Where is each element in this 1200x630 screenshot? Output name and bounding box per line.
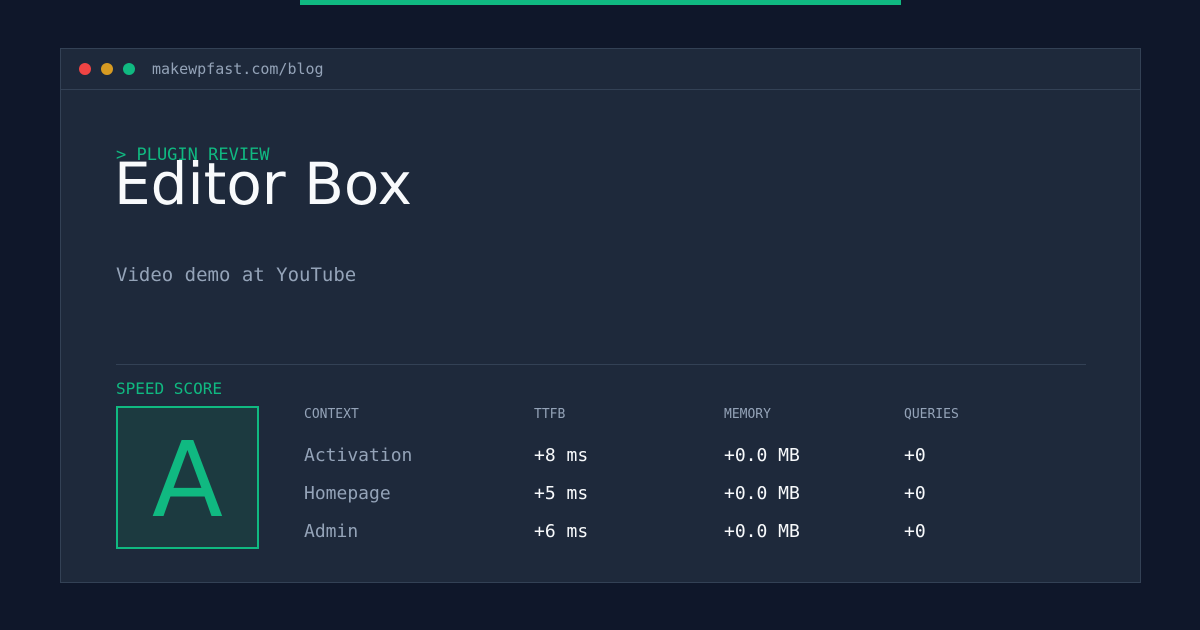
section-divider (116, 364, 1086, 365)
speed-grade-badge: A (116, 406, 259, 549)
top-accent-bar (300, 0, 901, 5)
speed-score-label: SPEED SCORE (116, 379, 222, 398)
table-header-queries: QUERIES (904, 407, 959, 422)
table-row-admin-context: Admin (304, 521, 359, 542)
page-subtitle: Video demo at YouTube (116, 264, 357, 286)
table-row-homepage-queries: +0 (904, 483, 926, 504)
table-row-activation-memory: +0.0 MB (724, 445, 800, 466)
table-header-context: CONTEXT (304, 407, 359, 422)
table-row-homepage-ttfb: +5 ms (534, 483, 589, 504)
table-row-admin-memory: +0.0 MB (724, 521, 800, 542)
minimize-window-icon[interactable] (101, 63, 113, 75)
window-titlebar: makewpfast.com/blog (61, 49, 1140, 90)
speed-grade-letter: A (151, 419, 224, 541)
table-header-ttfb: TTFB (534, 407, 566, 422)
table-row-activation-ttfb: +8 ms (534, 445, 589, 466)
browser-window: makewpfast.com/blog > PLUGIN REVIEW Edit… (60, 48, 1141, 583)
table-row-homepage-memory: +0.0 MB (724, 483, 800, 504)
close-window-icon[interactable] (79, 63, 91, 75)
table-row-homepage-context: Homepage (304, 483, 391, 504)
page-title: Editor Box (114, 150, 412, 218)
table-header-memory: MEMORY (724, 407, 771, 422)
maximize-window-icon[interactable] (123, 63, 135, 75)
address-url[interactable]: makewpfast.com/blog (152, 59, 324, 79)
table-row-admin-queries: +0 (904, 521, 926, 542)
table-row-activation-context: Activation (304, 445, 413, 466)
table-row-activation-queries: +0 (904, 445, 926, 466)
table-row-admin-ttfb: +6 ms (534, 521, 589, 542)
